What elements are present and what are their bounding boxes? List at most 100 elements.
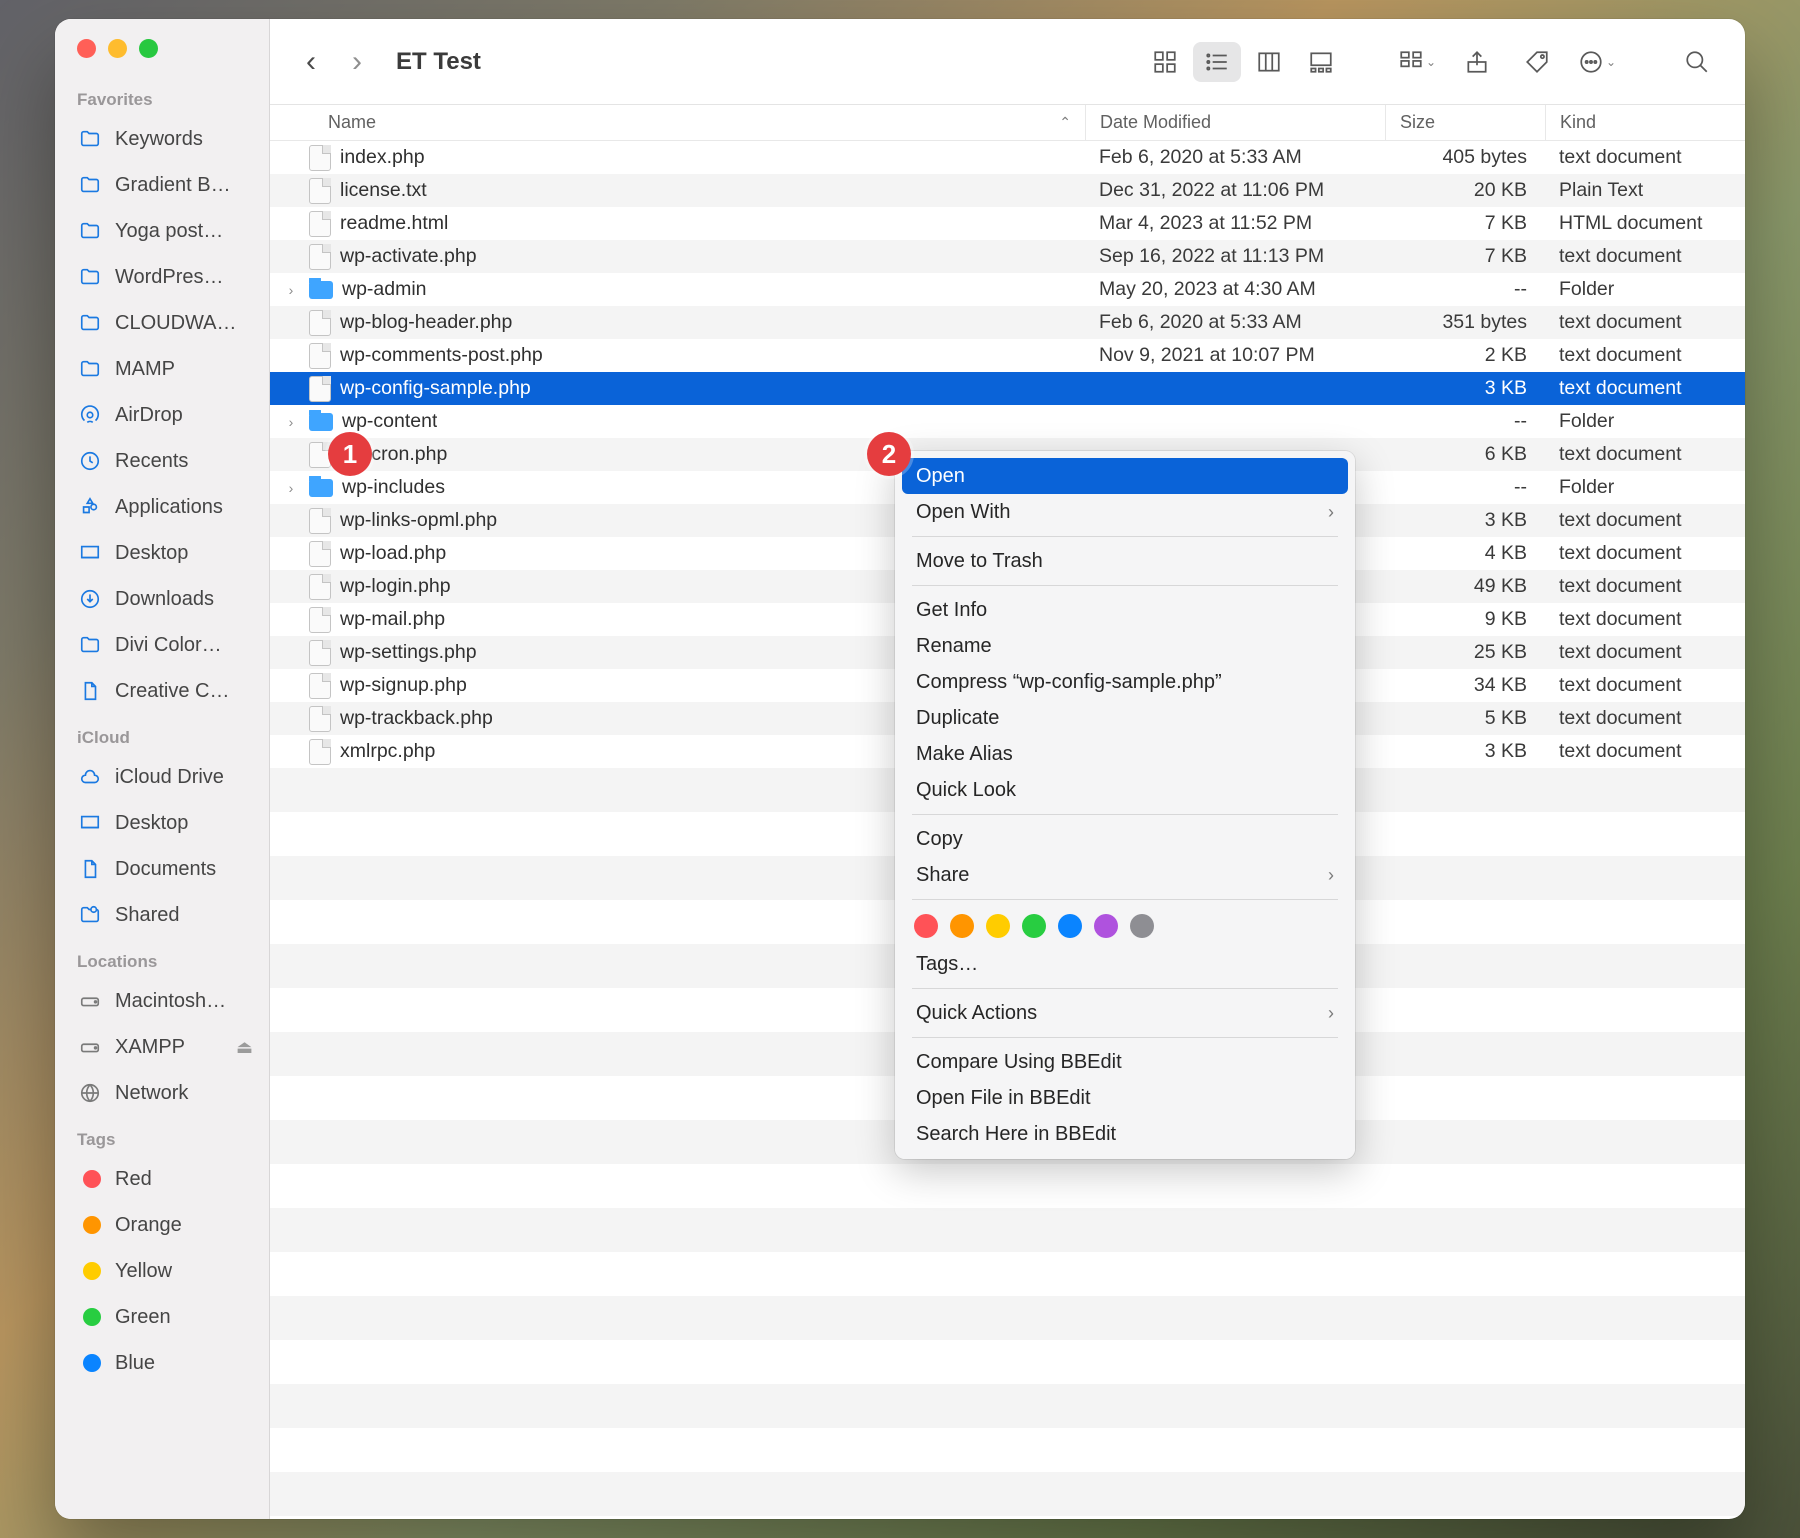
tag-color-dot[interactable]: [986, 914, 1010, 938]
menu-item[interactable]: Tags…: [902, 946, 1348, 982]
menu-item[interactable]: Open With›: [902, 494, 1348, 530]
disclosure-icon[interactable]: ›: [282, 414, 300, 430]
menu-item-label: Share: [916, 864, 969, 887]
menu-item[interactable]: Rename: [902, 628, 1348, 664]
submenu-icon: ›: [1328, 865, 1334, 886]
tag-color-dot[interactable]: [1022, 914, 1046, 938]
menu-item[interactable]: Share ›: [902, 857, 1348, 893]
sidebar-item[interactable]: Downloads: [55, 576, 269, 622]
annotation-1: 1: [328, 432, 372, 476]
tag-color-dot[interactable]: [1094, 914, 1118, 938]
sidebar-item-label: Red: [115, 1168, 257, 1191]
sidebar-item[interactable]: iCloud Drive: [55, 754, 269, 800]
menu-item[interactable]: Open: [902, 458, 1348, 494]
menu-item[interactable]: Duplicate: [902, 700, 1348, 736]
sidebar-item[interactable]: Divi Color…: [55, 622, 269, 668]
menu-item[interactable]: Copy: [902, 821, 1348, 857]
actions-button[interactable]: ⌄: [1573, 42, 1621, 82]
col-date[interactable]: Date Modified: [1085, 105, 1385, 140]
empty-row: [270, 1516, 1745, 1519]
empty-row: [270, 1164, 1745, 1208]
menu-item-label: Make Alias: [916, 743, 1013, 766]
search-button[interactable]: [1673, 42, 1721, 82]
close-window-button[interactable]: [77, 39, 96, 58]
file-row[interactable]: index.phpFeb 6, 2020 at 5:33 AM405 bytes…: [270, 141, 1745, 174]
list-view-button[interactable]: [1193, 42, 1241, 82]
file-size: 49 KB: [1385, 575, 1545, 598]
sidebar-item[interactable]: Green: [55, 1294, 269, 1340]
tag-icon: [77, 1351, 103, 1375]
sidebar-item[interactable]: Shared: [55, 892, 269, 938]
menu-item[interactable]: Quick Actions›: [902, 995, 1348, 1031]
file-icon: [309, 244, 331, 270]
sidebar-item[interactable]: MAMP: [55, 346, 269, 392]
file-row[interactable]: wp-comments-post.phpNov 9, 2021 at 10:07…: [270, 339, 1745, 372]
empty-row: [270, 1208, 1745, 1252]
sidebar-item[interactable]: Yoga post…: [55, 208, 269, 254]
file-kind: text document: [1545, 707, 1745, 730]
sidebar-item[interactable]: WordPres…: [55, 254, 269, 300]
file-row[interactable]: ›wp-content--Folder: [270, 405, 1745, 438]
menu-item[interactable]: Search Here in BBEdit: [902, 1116, 1348, 1152]
file-row[interactable]: ›wp-adminMay 20, 2023 at 4:30 AM--Folder: [270, 273, 1745, 306]
forward-button[interactable]: ›: [340, 45, 374, 79]
menu-item[interactable]: Make Alias: [902, 736, 1348, 772]
file-row[interactable]: wp-blog-header.phpFeb 6, 2020 at 5:33 AM…: [270, 306, 1745, 339]
minimize-window-button[interactable]: [108, 39, 127, 58]
col-size[interactable]: Size: [1385, 105, 1545, 140]
tag-icon: [77, 1213, 103, 1237]
sidebar-item[interactable]: Orange: [55, 1202, 269, 1248]
menu-item-label: Rename: [916, 635, 992, 658]
toolbar: ‹ › ET Test ⌄: [270, 19, 1745, 105]
sidebar-item[interactable]: Network: [55, 1070, 269, 1116]
file-row[interactable]: readme.htmlMar 4, 2023 at 11:52 PM7 KBHT…: [270, 207, 1745, 240]
disclosure-icon[interactable]: ›: [282, 480, 300, 496]
column-view-button[interactable]: [1245, 42, 1293, 82]
sidebar-item[interactable]: Recents: [55, 438, 269, 484]
sidebar-item[interactable]: Documents: [55, 846, 269, 892]
file-row[interactable]: license.txtDec 31, 2022 at 11:06 PM20 KB…: [270, 174, 1745, 207]
file-row[interactable]: wp-activate.phpSep 16, 2022 at 11:13 PM7…: [270, 240, 1745, 273]
file-name: wp-includes: [342, 476, 445, 499]
sidebar-item[interactable]: Desktop: [55, 800, 269, 846]
file-kind: text document: [1545, 443, 1745, 466]
menu-item[interactable]: Move to Trash: [902, 543, 1348, 579]
file-kind: text document: [1545, 542, 1745, 565]
col-kind[interactable]: Kind: [1545, 105, 1745, 140]
file-size: 3 KB: [1385, 377, 1545, 400]
menu-item[interactable]: Quick Look: [902, 772, 1348, 808]
sidebar-item[interactable]: Creative C…: [55, 668, 269, 714]
sidebar-item[interactable]: Applications: [55, 484, 269, 530]
icon-view-button[interactable]: [1141, 42, 1189, 82]
back-button[interactable]: ‹: [294, 45, 328, 79]
tag-color-dot[interactable]: [1130, 914, 1154, 938]
menu-item[interactable]: Compress “wp-config-sample.php”: [902, 664, 1348, 700]
menu-item[interactable]: Get Info: [902, 592, 1348, 628]
disclosure-icon[interactable]: ›: [282, 282, 300, 298]
menu-item[interactable]: Open File in BBEdit: [902, 1080, 1348, 1116]
col-name[interactable]: Name⌃: [270, 105, 1085, 140]
sidebar-item[interactable]: Desktop: [55, 530, 269, 576]
sidebar-item[interactable]: AirDrop: [55, 392, 269, 438]
tags-button[interactable]: [1513, 42, 1561, 82]
file-kind: Folder: [1545, 278, 1745, 301]
eject-icon[interactable]: ⏏: [236, 1037, 253, 1058]
file-row[interactable]: wp-config-sample.php3 KBtext document: [270, 372, 1745, 405]
sidebar-item[interactable]: Gradient B…: [55, 162, 269, 208]
share-button[interactable]: [1453, 42, 1501, 82]
sidebar-item[interactable]: CLOUDWA…: [55, 300, 269, 346]
tag-color-dot[interactable]: [914, 914, 938, 938]
sidebar-item[interactable]: Red: [55, 1156, 269, 1202]
tag-color-dot[interactable]: [1058, 914, 1082, 938]
group-button[interactable]: ⌄: [1393, 42, 1441, 82]
zoom-window-button[interactable]: [139, 39, 158, 58]
sidebar-item[interactable]: Keywords: [55, 116, 269, 162]
sidebar-item[interactable]: XAMPP⏏: [55, 1024, 269, 1070]
disk-icon: [77, 989, 103, 1013]
gallery-view-button[interactable]: [1297, 42, 1345, 82]
menu-item[interactable]: Compare Using BBEdit: [902, 1044, 1348, 1080]
tag-color-dot[interactable]: [950, 914, 974, 938]
sidebar-item[interactable]: Blue: [55, 1340, 269, 1386]
sidebar-item[interactable]: Yellow: [55, 1248, 269, 1294]
sidebar-item[interactable]: Macintosh…: [55, 978, 269, 1024]
